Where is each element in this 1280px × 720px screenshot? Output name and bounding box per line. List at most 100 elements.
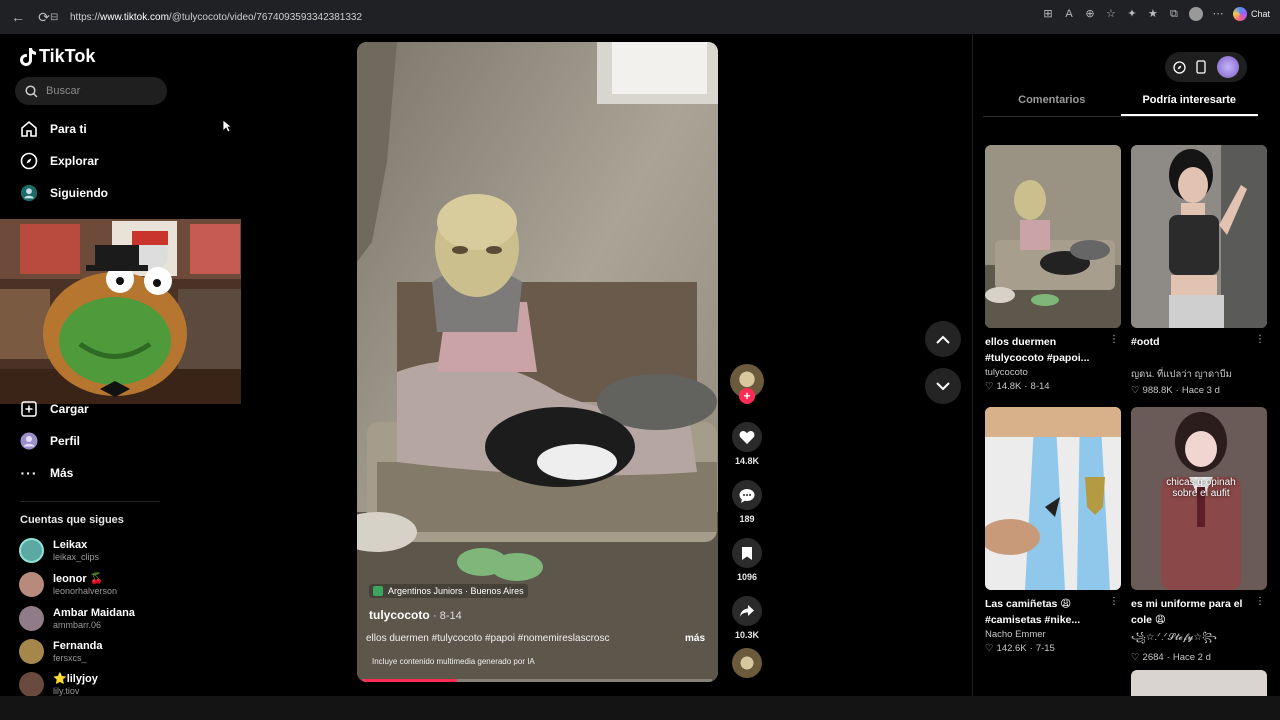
compass-icon <box>20 152 38 170</box>
location-tag[interactable]: Argentinos Juniors · Buenos Aires <box>369 584 528 598</box>
sidebar-divider <box>20 501 160 502</box>
following-account[interactable]: ⭐lilyjoy lily.tiov <box>19 672 98 697</box>
favorites-icon[interactable]: ★ <box>1147 8 1159 20</box>
search-input[interactable]: Buscar <box>15 77 167 105</box>
upload-icon <box>20 400 38 418</box>
card-menu-icon[interactable]: ⋮ <box>1109 596 1119 607</box>
heart-outline-icon: ♡ <box>1131 652 1140 663</box>
heart-outline-icon: ♡ <box>1131 385 1140 396</box>
tiktok-logo[interactable]: TikTok <box>20 46 95 67</box>
video-card[interactable]: Las camiñetas 😩 #camisetas #nike... ⋮ Na… <box>985 407 1121 654</box>
card-author[interactable]: ญดน. ที่แปลว่า ญาดาบีม <box>1131 367 1267 382</box>
card-menu-icon[interactable]: ⋮ <box>1255 596 1265 607</box>
chevron-down-icon <box>936 381 950 390</box>
creator-avatar[interactable]: + <box>730 364 764 404</box>
video-player[interactable]: Argentinos Juniors · Buenos Aires tulyco… <box>357 42 718 682</box>
following-icon <box>20 184 38 202</box>
comment-button[interactable] <box>732 480 762 510</box>
tiktok-logo-text: TikTok <box>39 46 96 66</box>
more-icon: ··· <box>20 465 38 481</box>
url-path: /@tulycocoto/video/7674093593342381332 <box>168 11 363 23</box>
card-title: Las camiñetas 😩 #camisetas #nike... <box>985 598 1081 626</box>
nav-following[interactable]: Siguiendo <box>20 184 108 202</box>
music-disc-icon[interactable] <box>732 648 762 678</box>
thumbnail-image <box>1131 145 1267 328</box>
app-available-icon[interactable]: ⊞ <box>1042 8 1054 20</box>
address-bar[interactable]: ⊟ https://www.tiktok.com/@tulycocoto/vid… <box>50 7 1040 27</box>
tab-you-may-like[interactable]: Podría interesarte <box>1120 94 1259 116</box>
thumbnail-image <box>985 407 1121 590</box>
follow-plus-icon[interactable]: + <box>739 388 755 404</box>
compass-icon[interactable] <box>1173 60 1186 74</box>
video-progress-bar[interactable] <box>362 679 712 682</box>
card-menu-icon[interactable]: ⋮ <box>1109 334 1119 345</box>
card-menu-icon[interactable]: ⋮ <box>1255 334 1265 345</box>
nav-profile[interactable]: Perfil <box>20 432 80 450</box>
more-button[interactable]: más <box>685 633 705 644</box>
picture-in-picture-video[interactable] <box>0 219 241 404</box>
video-thumbnail[interactable] <box>985 407 1121 590</box>
browser-profile-avatar[interactable] <box>1188 7 1203 21</box>
nav-for-you[interactable]: Para ti <box>20 120 87 138</box>
collections-icon[interactable]: ⧉ <box>1168 8 1180 20</box>
next-card-thumbnail[interactable] <box>1131 670 1267 696</box>
translate-icon[interactable]: A <box>1063 8 1075 20</box>
card-stats: ♡ 988.8K · Hace 3 d <box>1131 385 1267 396</box>
shares-count: 10.3K <box>734 630 760 640</box>
following-account[interactable]: Fernanda fersxcs_ <box>19 639 103 664</box>
like-button[interactable] <box>732 422 762 452</box>
card-title: es mi uniforme para el cole 😩 <box>1131 598 1243 626</box>
previous-video-button[interactable] <box>925 321 961 357</box>
mobile-device-icon[interactable] <box>1196 60 1207 74</box>
following-account[interactable]: leonor 🍒 leonorhalverson <box>19 572 117 597</box>
settings-more-icon[interactable]: ⋯ <box>1212 8 1224 20</box>
chevron-up-icon <box>936 335 950 344</box>
thumbnail-image <box>985 145 1121 328</box>
card-title: #ootd <box>1131 336 1160 348</box>
site-info-icon[interactable]: ⊟ <box>50 12 66 23</box>
video-thumbnail[interactable] <box>1131 145 1267 328</box>
nav-more[interactable]: ··· Más <box>20 464 74 482</box>
user-avatar[interactable] <box>1216 56 1239 78</box>
card-author[interactable]: Nacho Emmer <box>985 629 1121 640</box>
video-author[interactable]: tulycocoto · 8-14 <box>369 608 462 622</box>
stats-separator: · <box>1166 652 1170 663</box>
following-section-title: Cuentas que sigues <box>20 514 124 526</box>
likes-count: 14.8K <box>734 456 760 466</box>
video-card[interactable]: #ootd ⋮ ญดน. ที่แปลว่า ญาดาบีม ♡ 988.8K … <box>1131 145 1267 396</box>
card-author[interactable]: ꧁☆.ᐟ.ᐟ𝓢𝓽𝓮𝓯𝔂☆꧂ <box>1131 629 1267 649</box>
following-account[interactable]: Ambar Maidana ammbarr.06 <box>19 606 135 631</box>
chat-button[interactable]: Chat <box>1232 7 1270 21</box>
panel-tabs: Comentarios Podría interesarte <box>983 94 1258 116</box>
stats-separator: · <box>1029 643 1033 654</box>
recommendations-panel: Comentarios Podría interesarte ellos due… <box>972 34 1277 696</box>
home-icon <box>20 120 38 138</box>
save-button[interactable] <box>732 538 762 568</box>
card-stats: ♡ 2684 · Hace 2 d <box>1131 652 1267 663</box>
video-thumbnail[interactable]: chicas q opinah sobre el aufit <box>1131 407 1267 590</box>
account-handle: lily.tiov <box>53 685 80 696</box>
tabs-divider <box>983 116 1258 117</box>
avatar <box>19 572 44 597</box>
video-thumbnail[interactable] <box>985 145 1121 328</box>
card-author[interactable]: tulycocoto <box>985 367 1121 378</box>
video-card[interactable]: ellos duermen #tulycocoto #papoi... ⋮ tu… <box>985 145 1121 392</box>
nav-upload[interactable]: Cargar <box>20 400 89 418</box>
browser-actions: ⊞ A ⊕ ☆ ✦ ★ ⧉ ⋯ Chat <box>1042 7 1270 21</box>
following-account[interactable]: Leikax leikax_clips <box>19 538 99 563</box>
nav-explore[interactable]: Explorar <box>20 152 99 170</box>
tiktok-logo-icon <box>20 47 36 66</box>
video-card[interactable]: chicas q opinah sobre el aufit es mi uni… <box>1131 407 1267 663</box>
back-icon[interactable]: ← <box>6 5 30 29</box>
avatar <box>19 606 44 631</box>
share-icon <box>740 605 754 617</box>
share-button[interactable] <box>732 596 762 626</box>
tab-comments[interactable]: Comentarios <box>983 94 1121 116</box>
card-date: Hace 3 d <box>1181 385 1220 396</box>
extensions-icon[interactable]: ✦ <box>1126 8 1138 20</box>
zoom-icon[interactable]: ⊕ <box>1084 8 1096 20</box>
favorite-star-icon[interactable]: ☆ <box>1105 8 1117 20</box>
card-views: 14.8K <box>996 381 1022 392</box>
nav-label: Perfil <box>50 434 81 448</box>
next-video-button[interactable] <box>925 368 961 404</box>
